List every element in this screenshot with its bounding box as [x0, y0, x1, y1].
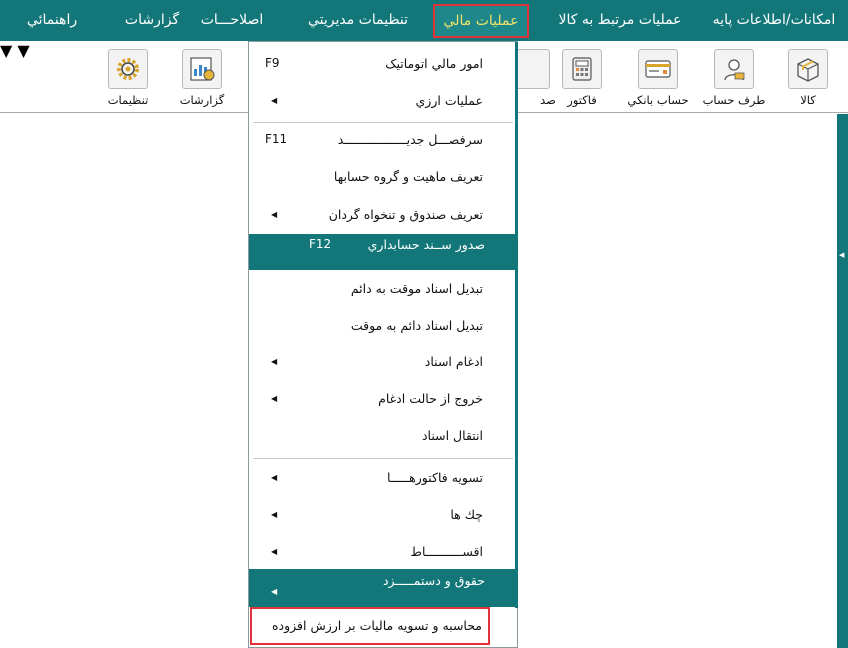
bank-account-button[interactable]: حساب بانکي: [626, 49, 690, 111]
menu-item-auto-financial[interactable]: F9 امور مالي اتوماتيک: [249, 45, 517, 82]
menu-item-label: خروج از حالت ادغام: [378, 391, 483, 406]
bank-card-icon: [645, 60, 671, 78]
menu-item-label: صدور ســند حسابداري: [367, 237, 485, 252]
menu-item-label: تعريف ماهيت و گروه حسابها: [333, 169, 483, 184]
shortcut-label: F11: [265, 132, 288, 146]
menu-item-label: تبديل اسناد موقت به دائم: [350, 281, 483, 296]
menu-edits[interactable]: اصلاحـــات: [196, 0, 268, 41]
menu-item-account-groups[interactable]: تعريف ماهيت و گروه حسابها: [249, 158, 517, 195]
menu-item-label: اقســــــــــاط: [410, 544, 483, 559]
submenu-arrow-icon: ◀: [271, 210, 278, 219]
menu-item-vat-settlement[interactable]: محاسبه و تسويه ماليات بر ارزش افزوده: [250, 607, 490, 645]
party-account-button[interactable]: طرف حساب: [702, 49, 766, 111]
invoice-button[interactable]: فاکتور: [550, 49, 614, 111]
menu-item-label: تعريف صندوق و تنخواه گردان: [328, 207, 483, 222]
settings-button[interactable]: تنظيمات: [96, 49, 160, 111]
calculator-icon: [572, 57, 592, 81]
financial-operations-dropdown: F9 امور مالي اتوماتيک ◀ عمليات ارزي F11 …: [248, 41, 518, 648]
submenu-arrow-icon: ◀: [271, 357, 278, 366]
menu-base-info[interactable]: امکانات/اطلاعات پايه: [704, 0, 844, 41]
menu-item-new-account[interactable]: F11 سرفصـــل جديـــــــــــــــــد: [249, 121, 517, 158]
settings-caret-icon[interactable]: ▼: [0, 41, 12, 60]
menu-item-transfer-vouchers[interactable]: انتقال اسناد: [249, 417, 517, 454]
submenu-arrow-icon: ◀: [271, 587, 278, 596]
menu-item-label: تسويه فاکتورهـــــا: [387, 470, 483, 485]
menu-item-cash-box[interactable]: ◀ تعريف صندوق و تنخواه گردان: [249, 196, 517, 233]
menu-item-settle-invoices[interactable]: ◀ تسويه فاکتورهـــــا: [249, 459, 517, 496]
reports-caret-icon[interactable]: ▼: [17, 41, 29, 60]
menu-admin-settings[interactable]: تنظيمات مديريتي: [296, 0, 420, 41]
menu-item-temp-to-perm[interactable]: تبديل اسناد موقت به دائم: [249, 270, 517, 307]
person-card-icon: [724, 59, 745, 81]
menu-item-currency[interactable]: ◀ عمليات ارزي: [249, 82, 517, 119]
menu-item-label: حقوق و دستمـــــزد: [382, 573, 485, 588]
submenu-arrow-icon: ◀: [271, 394, 278, 403]
reports-tile: [182, 49, 222, 89]
goods-button[interactable]: کالا: [776, 49, 840, 111]
invoice-tile: [562, 49, 602, 89]
bank-account-label: حساب بانکي: [627, 93, 689, 107]
menu-item-label: عمليات ارزي: [415, 93, 483, 108]
menu-item-payroll[interactable]: ◀ حقوق و دستمـــــزد: [249, 569, 517, 607]
goods-label: کالا: [800, 93, 816, 107]
goods-tile: [788, 49, 828, 89]
invoice-label: فاکتور: [567, 93, 597, 107]
reports-button[interactable]: گزارشات: [170, 49, 234, 111]
menu-item-label: چك ها: [450, 507, 483, 522]
settings-label: تنظيمات: [107, 93, 149, 107]
menu-reports[interactable]: گزارشات: [112, 0, 192, 41]
submenu-arrow-icon: ◀: [271, 96, 278, 105]
menu-item-label: ادغام اسناد: [424, 354, 483, 369]
menu-item-unmerge[interactable]: ◀ خروج از حالت ادغام: [249, 380, 517, 417]
menu-item-cheques[interactable]: ◀ چك ها: [249, 496, 517, 533]
shortcut-label: F12: [309, 237, 332, 251]
chart-report-icon: [190, 57, 215, 81]
submenu-arrow-icon: ◀: [271, 473, 278, 482]
bank-tile: [638, 49, 678, 89]
scroll-arrow-icon[interactable]: ◀: [839, 251, 844, 259]
menu-item-label: سرفصـــل جديـــــــــــــــــد: [337, 132, 483, 147]
party-account-label: طرف حساب: [702, 93, 766, 107]
menu-item-perm-to-temp[interactable]: تبديل اسناد دائم به موقت: [249, 307, 517, 344]
gear-icon: [117, 58, 139, 80]
right-scroll-strip[interactable]: ◀: [837, 114, 848, 648]
menu-item-label: انتقال اسناد: [421, 428, 483, 443]
main-menubar: راهنمائي گزارشات اصلاحـــات تنظيمات مدير…: [0, 0, 848, 41]
menu-item-merge-vouchers[interactable]: ◀ ادغام اسناد: [249, 343, 517, 380]
menu-help[interactable]: راهنمائي: [16, 0, 88, 41]
submenu-arrow-icon: ◀: [271, 547, 278, 556]
party-tile: [714, 49, 754, 89]
box-icon: [797, 58, 819, 82]
shortcut-label: F9: [265, 56, 280, 70]
menu-financial-operations[interactable]: عمليات مالي: [433, 4, 529, 38]
settings-tile: [108, 49, 148, 89]
reports-label: گزارشات: [179, 93, 225, 107]
menu-item-installments[interactable]: ◀ اقســــــــــاط: [249, 533, 517, 570]
menu-item-label: امور مالي اتوماتيک: [385, 56, 483, 71]
menu-item-label: محاسبه و تسويه ماليات بر ارزش افزوده: [271, 618, 482, 633]
menu-item-label: تبديل اسناد دائم به موقت: [350, 318, 483, 333]
menu-goods-operations[interactable]: عمليات مرتبط به کالا: [540, 0, 700, 41]
menu-item-issue-voucher[interactable]: F12 صدور ســند حسابداري: [249, 234, 517, 270]
submenu-arrow-icon: ◀: [271, 510, 278, 519]
